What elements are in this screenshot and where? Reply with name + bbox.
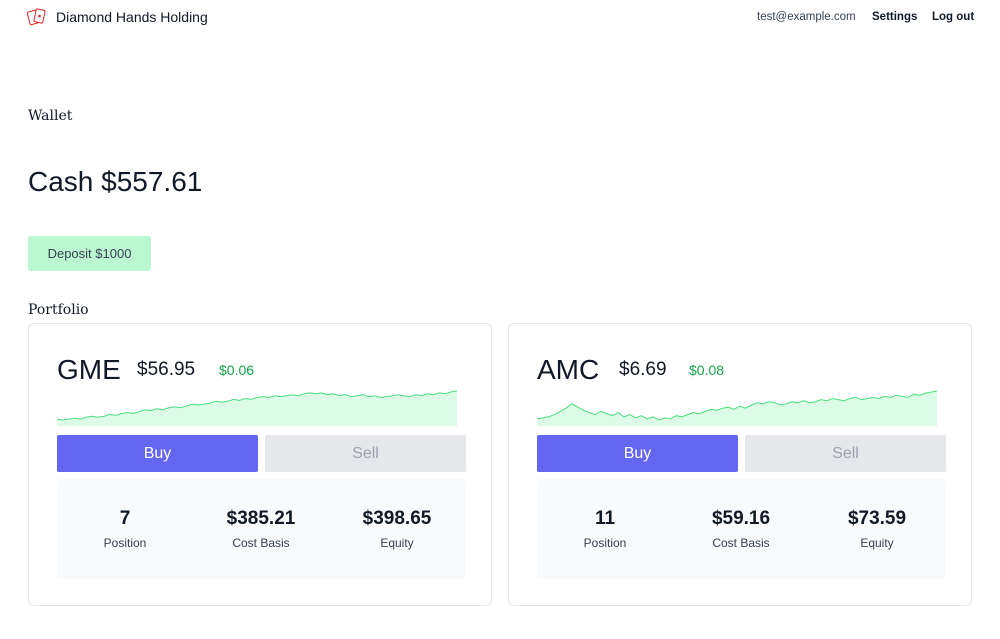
- equity-value: $398.65: [362, 508, 432, 529]
- stat-position: 11 Position: [537, 479, 673, 579]
- stat-cost-basis: $385.21 Cost Basis: [193, 479, 329, 579]
- sparkline-area: [537, 391, 937, 426]
- price-sparkline: [57, 390, 457, 426]
- user-email: test@example.com: [757, 11, 856, 23]
- cost-basis-value: $59.16: [711, 508, 771, 529]
- buy-button[interactable]: Buy: [537, 435, 738, 472]
- deposit-button[interactable]: Deposit $1000: [28, 236, 151, 271]
- settings-link[interactable]: Settings: [872, 11, 917, 23]
- cost-basis-value: $385.21: [226, 508, 296, 529]
- stat-equity: $73.59 Equity: [809, 479, 945, 579]
- stock-price: $6.69: [619, 359, 667, 380]
- sell-button[interactable]: Sell: [745, 435, 946, 472]
- top-nav: Diamond Hands Holding test@example.com S…: [0, 0, 1000, 36]
- portfolio-heading: Portfolio: [28, 302, 89, 318]
- position-value: 11: [594, 508, 616, 529]
- sparkline-area: [57, 391, 457, 426]
- ticker-symbol: AMC: [537, 354, 600, 385]
- buy-button[interactable]: Buy: [57, 435, 258, 472]
- cost-basis-label: Cost Basis: [232, 536, 290, 550]
- wallet-heading: Wallet: [28, 108, 73, 124]
- cost-basis-label: Cost Basis: [712, 536, 770, 550]
- price-change: $0.06: [219, 362, 255, 378]
- brand-name[interactable]: Diamond Hands Holding: [56, 9, 208, 25]
- playing-cards-icon[interactable]: [27, 8, 47, 26]
- equity-label: Equity: [860, 536, 894, 550]
- holding-card-gme: GME $56.95 $0.06 Buy Sell 7 Position $38…: [28, 323, 492, 606]
- cash-balance: Cash $557.61: [28, 166, 203, 197]
- price-change: $0.08: [689, 362, 725, 378]
- stat-cost-basis: $59.16 Cost Basis: [673, 479, 809, 579]
- position-label: Position: [583, 536, 627, 550]
- equity-label: Equity: [380, 536, 414, 550]
- stat-position: 7 Position: [57, 479, 193, 579]
- logout-link[interactable]: Log out: [932, 11, 974, 23]
- equity-value: $73.59: [847, 508, 907, 529]
- ticker-symbol: GME: [57, 354, 121, 385]
- holding-stats: 7 Position $385.21 Cost Basis $398.65 Eq…: [57, 479, 465, 579]
- position-value: 7: [119, 508, 131, 529]
- sell-button[interactable]: Sell: [265, 435, 466, 472]
- stat-equity: $398.65 Equity: [329, 479, 465, 579]
- holding-stats: 11 Position $59.16 Cost Basis $73.59 Equ…: [537, 479, 945, 579]
- price-sparkline: [537, 390, 937, 426]
- position-label: Position: [103, 536, 147, 550]
- stock-price: $56.95: [137, 359, 196, 380]
- holding-card-amc: AMC $6.69 $0.08 Buy Sell 11 Position $59…: [508, 323, 972, 606]
